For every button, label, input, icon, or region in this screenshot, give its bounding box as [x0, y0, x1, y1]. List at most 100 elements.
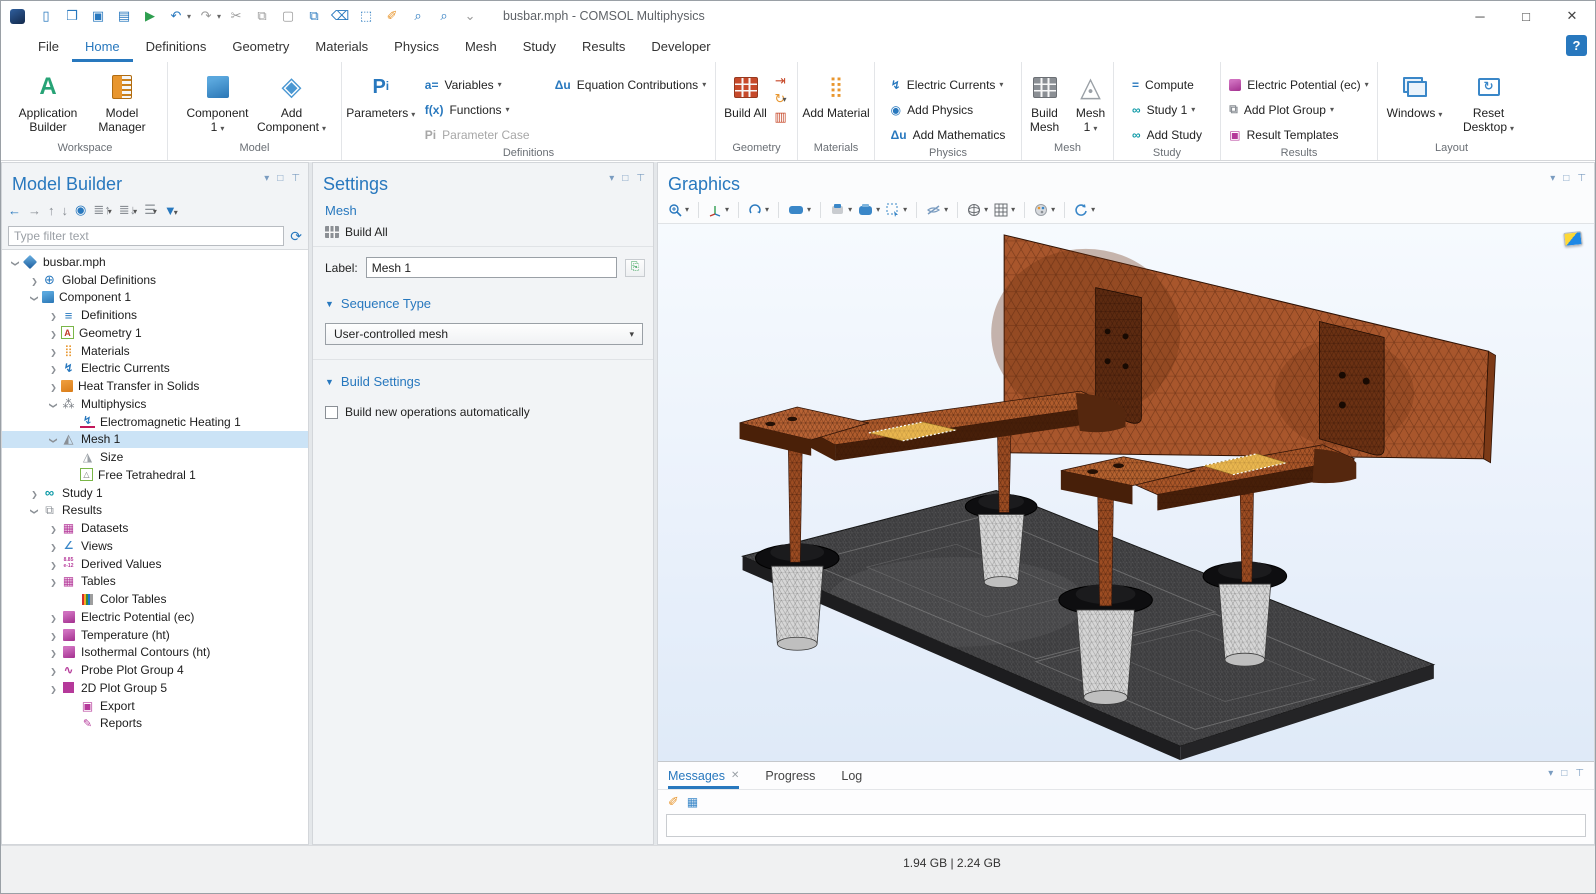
clear-selection-icon[interactable]: ✐ [381, 6, 403, 26]
menu-definitions[interactable]: Definitions [133, 31, 220, 62]
expander-icon[interactable] [46, 557, 61, 571]
menu-home[interactable]: Home [72, 31, 133, 62]
windows-button[interactable]: Windows [1379, 68, 1451, 121]
expander-icon[interactable] [46, 628, 61, 642]
save-icon[interactable]: ▣ [87, 6, 109, 26]
expander-icon[interactable] [46, 397, 61, 411]
environment-reflections-icon[interactable]: ▾ [830, 203, 852, 216]
tree-item-free-tetrahedral[interactable]: Free Tetrahedral 1 [2, 466, 308, 484]
section-collapse-icon[interactable]: ▼ [325, 299, 334, 309]
tree-item-study-1[interactable]: Study 1 [2, 484, 308, 502]
build-all-button[interactable]: Build All [313, 220, 653, 247]
refresh-filter-icon[interactable]: ⟳ [290, 228, 302, 245]
help-button[interactable]: ? [1566, 35, 1587, 56]
expander-icon[interactable] [27, 503, 42, 517]
variables-button[interactable]: a= Variables [419, 72, 547, 97]
tree-item-isothermal-contours[interactable]: Isothermal Contours (ht) [2, 644, 308, 662]
panel-menu-icon[interactable]: ▾ [609, 173, 614, 184]
study-1-button[interactable]: ∞ Study 1 [1126, 97, 1208, 122]
tree-item-views[interactable]: Views [2, 537, 308, 555]
add-component-button[interactable]: ◈ Add Component [256, 68, 328, 135]
compute-button[interactable]: = Compute [1126, 72, 1208, 97]
build-new-operations-checkbox[interactable] [325, 406, 338, 419]
undo-caret-icon[interactable]: ▾ [187, 12, 191, 21]
tree-item-component-1[interactable]: Component 1 [2, 289, 308, 307]
tree-item-export[interactable]: Export [2, 697, 308, 715]
tree-item-derived-values[interactable]: Derived Values [2, 555, 308, 573]
close-tab-icon[interactable]: ✕ [731, 770, 739, 781]
import-geometry-icon[interactable]: ⇥ [771, 72, 791, 90]
show-icon[interactable]: ◉ [75, 202, 86, 218]
expander-icon[interactable] [27, 486, 42, 500]
tree-item-geometry-1[interactable]: Geometry 1 [2, 324, 308, 342]
panel-menu-icon[interactable]: ▾ [1550, 173, 1555, 184]
clear-messages-icon[interactable]: ✐ [668, 794, 679, 810]
select-icon[interactable]: ▾ [886, 203, 907, 217]
electric-potential-button[interactable]: Electric Potential (ec) [1223, 72, 1374, 97]
forward-icon[interactable]: → [28, 203, 41, 218]
reset-desktop-button[interactable]: ↻ Reset Desktop [1453, 68, 1525, 135]
expander-icon[interactable] [46, 432, 61, 446]
tree-item-heat-transfer[interactable]: Heat Transfer in Solids [2, 377, 308, 395]
panel-menu-icon[interactable]: ▾ [1548, 768, 1553, 779]
snapshot-icon[interactable] [1563, 231, 1582, 247]
expander-icon[interactable] [46, 361, 61, 375]
menu-developer[interactable]: Developer [638, 31, 723, 62]
tree-item-color-tables[interactable]: Color Tables [2, 590, 308, 608]
redo-icon[interactable]: ↷ [195, 6, 217, 26]
result-templates-button[interactable]: ▣ Result Templates [1223, 122, 1374, 147]
menu-file[interactable]: File [25, 31, 72, 62]
scene-light-icon[interactable]: ▾ [788, 204, 811, 216]
move-down-icon[interactable]: ↓ [62, 203, 69, 218]
expander-icon[interactable] [27, 290, 42, 304]
maximize-button[interactable]: □ [1503, 1, 1549, 31]
tree-item-tables[interactable]: Tables [2, 573, 308, 591]
panel-pin-icon[interactable]: ⊤ [636, 173, 645, 184]
tree-item-multiphysics[interactable]: Multiphysics [2, 395, 308, 413]
duplicate-icon[interactable]: ⧉ [303, 6, 325, 26]
tree-item-probe-plot-group[interactable]: Probe Plot Group 4 [2, 661, 308, 679]
skybox-icon[interactable]: ▾ [858, 203, 880, 216]
graphics-canvas[interactable] [658, 223, 1594, 761]
expander-icon[interactable] [46, 645, 61, 659]
expander-icon[interactable] [46, 344, 61, 358]
tree-item-mesh-1[interactable]: Mesh 1 [2, 431, 308, 449]
select-box-icon[interactable]: ⬚ [355, 6, 377, 26]
model-tree-nodes-icon[interactable]: ☰▾ [144, 202, 157, 218]
expander-icon[interactable] [46, 326, 61, 340]
tree-item-temperature[interactable]: Temperature (ht) [2, 626, 308, 644]
sequence-type-select[interactable]: User-controlled mesh [325, 323, 643, 345]
component-1-button[interactable]: Component 1 [182, 68, 254, 135]
find-icon[interactable]: ⌕ [407, 6, 429, 26]
delete-icon[interactable]: ⌫ [329, 6, 351, 26]
panel-pin-icon[interactable]: ⊤ [1577, 173, 1586, 184]
section-collapse-icon[interactable]: ▼ [325, 377, 334, 387]
rebuild-geometry-icon[interactable]: ↻▾ [771, 90, 791, 108]
add-mathematics-button[interactable]: Δu Add Mathematics [885, 122, 1012, 147]
menu-results[interactable]: Results [569, 31, 638, 62]
tree-item-electric-currents[interactable]: Electric Currents [2, 360, 308, 378]
menu-mesh[interactable]: Mesh [452, 31, 510, 62]
panel-pin-icon[interactable]: ⊤ [291, 173, 300, 184]
save-as-icon[interactable]: ▤ [113, 6, 135, 26]
expand-icon[interactable]: ≣↓▾ [119, 202, 137, 218]
tree-filter-input[interactable] [8, 226, 284, 246]
open-file-icon[interactable]: ❒ [61, 6, 83, 26]
menu-materials[interactable]: Materials [302, 31, 381, 62]
expander-icon[interactable] [46, 610, 61, 624]
add-physics-button[interactable]: ◉ Add Physics [885, 97, 1012, 122]
zoom-icon[interactable]: ▾ [668, 203, 689, 217]
tree-item-2d-plot-group[interactable]: 2D Plot Group 5 [2, 679, 308, 697]
expander-icon[interactable] [46, 539, 61, 553]
panel-detach-icon[interactable]: □ [1561, 768, 1567, 779]
update-scene-icon[interactable]: ▾ [1074, 203, 1095, 217]
panel-menu-icon[interactable]: ▾ [264, 173, 269, 184]
messages-output[interactable] [666, 814, 1586, 837]
tree-item-global-definitions[interactable]: Global Definitions [2, 271, 308, 289]
add-plot-group-button[interactable]: ⧉ Add Plot Group [1223, 97, 1374, 122]
redo-caret-icon[interactable]: ▾ [217, 12, 221, 21]
parameter-case-button[interactable]: Pi Parameter Case [419, 122, 547, 147]
virtual-operations-icon[interactable]: ▥ [771, 108, 791, 126]
menu-geometry[interactable]: Geometry [219, 31, 302, 62]
tree-item-datasets[interactable]: Datasets [2, 519, 308, 537]
